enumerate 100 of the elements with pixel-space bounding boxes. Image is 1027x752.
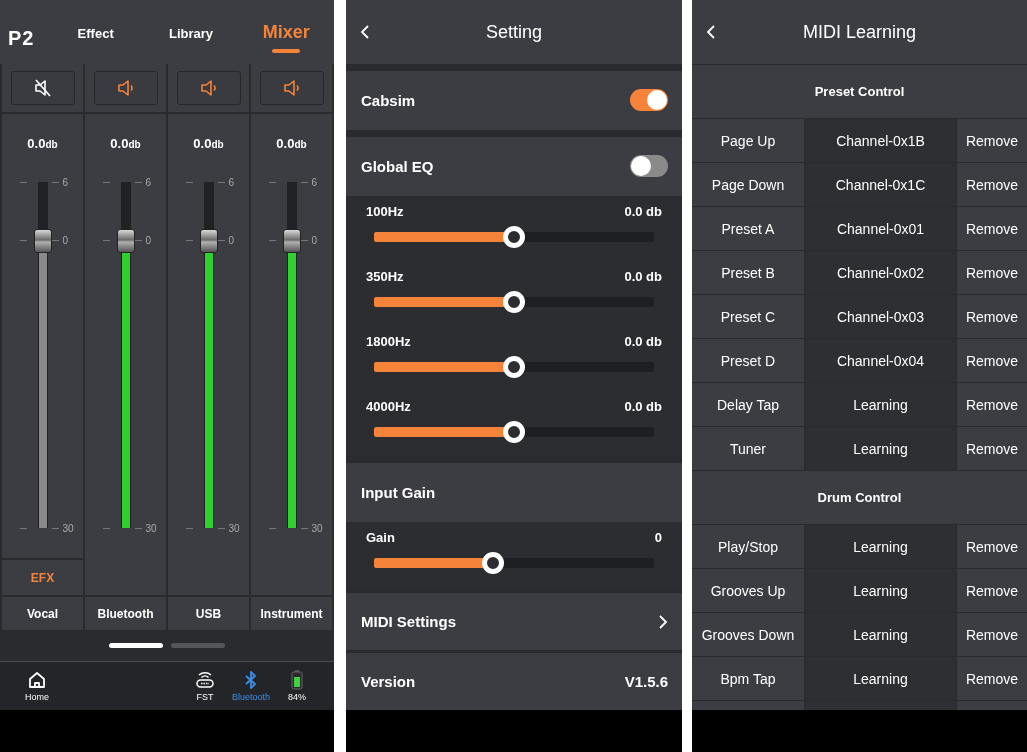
slider-value: 0.0 db (624, 398, 662, 415)
router-icon (195, 670, 215, 690)
section-header: Preset Control (692, 64, 1027, 118)
mute-button[interactable] (176, 71, 241, 105)
fader-knob[interactable] (282, 228, 301, 253)
slider-thumb[interactable] (503, 290, 525, 313)
battery-icon (291, 670, 303, 690)
action-cell: Preset A (692, 207, 804, 250)
tab[interactable]: Mixer (238, 22, 334, 64)
mute-button[interactable] (259, 71, 324, 105)
slider-thumb[interactable] (482, 552, 504, 575)
remove-button[interactable]: Remove (957, 427, 1027, 470)
efx-label[interactable]: EFX (2, 560, 83, 595)
nav-item[interactable]: FST (182, 670, 228, 702)
action-cell: Grooves Down (692, 613, 804, 656)
scale-label: 6 (311, 176, 318, 188)
action-cell: Grooves Up (692, 569, 804, 612)
gain-value: 0.0db (193, 136, 224, 152)
scale-label: 30 (62, 522, 74, 534)
remove-button[interactable]: Remove (957, 339, 1027, 382)
scale-label: 30 (145, 522, 157, 534)
binding-cell: Channel-0x04 (805, 339, 956, 382)
scale-label: 6 (62, 176, 69, 188)
speaker-icon (198, 78, 219, 98)
fader-knob[interactable] (116, 228, 135, 253)
action-cell: Page Down (692, 163, 804, 206)
fader-knob[interactable] (33, 228, 52, 253)
version-value: V1.5.6 (624, 673, 668, 691)
setting-label: Input Gain (361, 484, 437, 501)
slider-thumb[interactable] (503, 420, 525, 443)
action-cell: Tuner (692, 427, 804, 470)
scale-label: 30 (311, 522, 323, 534)
binding-cell: Learning (805, 525, 956, 568)
scale-label: 6 (228, 176, 235, 188)
channel-name: Bluetooth (85, 597, 166, 630)
gain-value: 0.0db (276, 136, 307, 152)
remove-button[interactable]: Remove (957, 207, 1027, 250)
scale-label: 6 (145, 176, 152, 188)
remove-button[interactable]: Remove (957, 569, 1027, 612)
nav-item[interactable]: 84% (274, 670, 320, 702)
scale-label: 0 (62, 234, 69, 246)
binding-cell: Learning (805, 613, 956, 656)
setting-row[interactable]: MIDI Settings (346, 593, 682, 651)
action-cell: Page Up (692, 119, 804, 162)
toggle-switch[interactable] (630, 89, 668, 112)
action-cell: Bpm Tap (692, 657, 804, 700)
slider-thumb[interactable] (503, 225, 525, 248)
action-cell: Preset D (692, 339, 804, 382)
remove-button[interactable]: Remove (957, 251, 1027, 294)
slider-label: 100Hz (366, 203, 404, 220)
scale-label: 0 (311, 234, 318, 246)
chevron-right-icon[interactable] (658, 614, 668, 629)
action-cell: Delay Tap (692, 383, 804, 426)
section-header: Drum Control (692, 470, 1027, 524)
remove-button[interactable]: Remove (957, 613, 1027, 656)
tab[interactable]: Library (143, 22, 239, 64)
action-cell: Play/Stop (692, 525, 804, 568)
gain-value: 0.0db (27, 136, 58, 152)
remove-button[interactable]: Remove (957, 657, 1027, 700)
binding-cell: Learning (805, 427, 956, 470)
setting-label: Version (361, 673, 417, 691)
binding-cell: Channel-0x1C (805, 163, 956, 206)
action-cell: Preset B (692, 251, 804, 294)
nav-item[interactable]: Home (14, 670, 60, 702)
slider-label: 350Hz (366, 268, 404, 285)
back-icon[interactable] (360, 25, 370, 39)
speaker-icon (281, 78, 302, 98)
remove-button[interactable]: Remove (957, 525, 1027, 568)
mute-button[interactable] (10, 71, 75, 105)
scale-label: 0 (228, 234, 235, 246)
slider-value: 0.0 db (624, 268, 662, 285)
toggle-switch[interactable] (630, 155, 668, 178)
remove-button[interactable]: Remove (957, 119, 1027, 162)
remove-button[interactable]: Remove (957, 163, 1027, 206)
app-logo: P2 (8, 27, 36, 50)
slider-thumb[interactable] (503, 355, 525, 378)
speaker-icon (115, 78, 136, 98)
fader-knob[interactable] (199, 228, 218, 253)
binding-cell: Channel-0x02 (805, 251, 956, 294)
scale-label: 0 (145, 234, 152, 246)
action-cell: Preset C (692, 295, 804, 338)
scale-label: 30 (228, 522, 240, 534)
setting-label: Global EQ (361, 157, 435, 175)
remove-button[interactable]: Remove (957, 295, 1027, 338)
binding-cell: Learning (805, 657, 956, 700)
slider-value: 0.0 db (624, 333, 662, 350)
nav-item[interactable]: Bluetooth (228, 670, 274, 702)
setting-label: MIDI Settings (361, 613, 457, 631)
gain-value: 0.0db (110, 136, 141, 152)
tab[interactable]: Effect (48, 22, 144, 64)
binding-cell: Learning (805, 383, 956, 426)
binding-cell: Channel-0x1B (805, 119, 956, 162)
slider-value: 0.0 db (624, 203, 662, 220)
slider-label: 4000Hz (366, 398, 411, 415)
screen-title: MIDI Learning (801, 21, 918, 43)
setting-label: Cabsim (361, 91, 417, 109)
back-icon[interactable] (706, 25, 716, 39)
mute-button[interactable] (93, 71, 158, 105)
muted-speaker-icon (32, 78, 53, 98)
remove-button[interactable]: Remove (957, 383, 1027, 426)
